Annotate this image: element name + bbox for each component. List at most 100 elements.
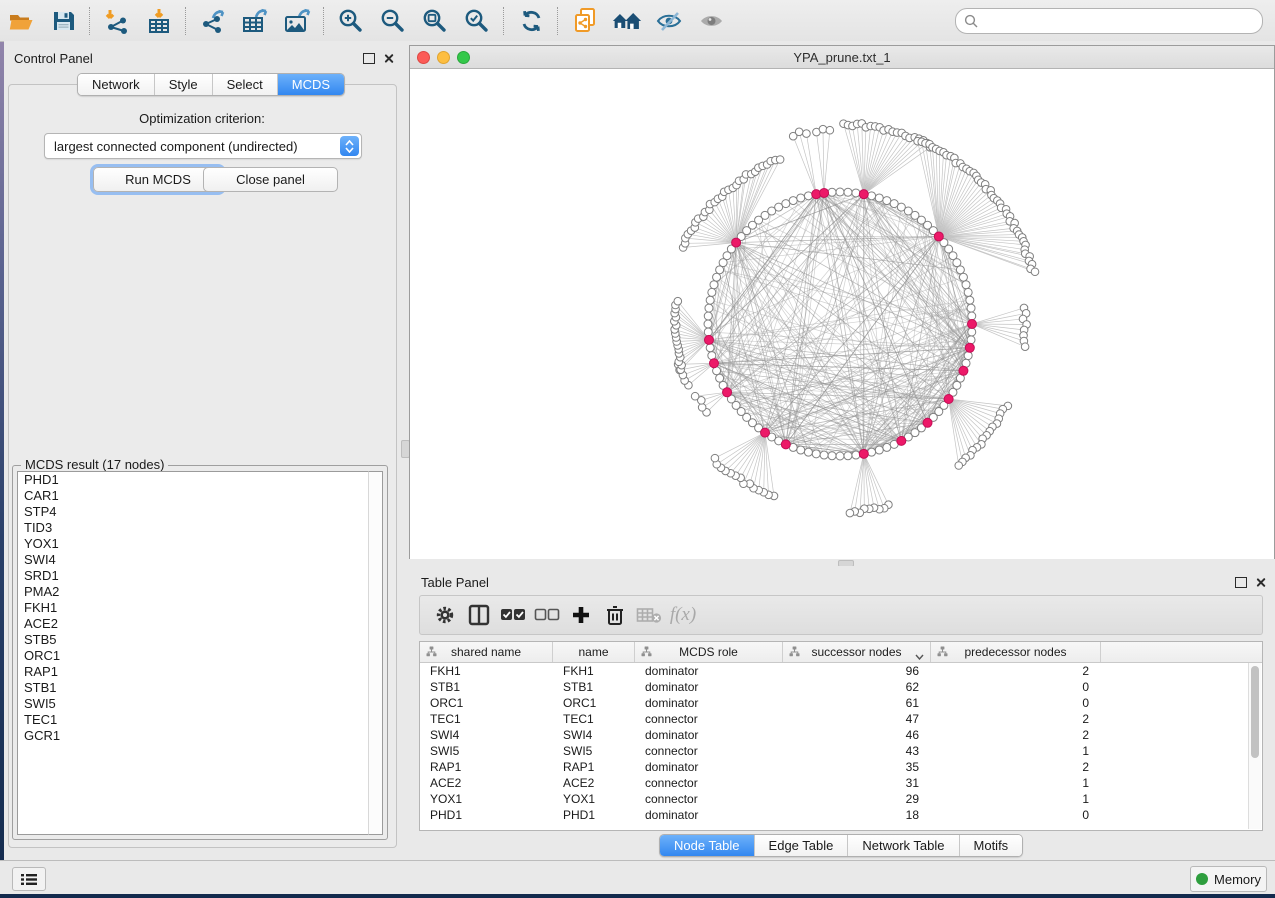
hide-columns-icon[interactable] <box>530 600 564 630</box>
column-header-MCDS-role[interactable]: MCDS role <box>635 642 783 662</box>
graph-node[interactable] <box>698 404 706 412</box>
graph-node[interactable] <box>846 509 854 517</box>
graph-node[interactable] <box>967 304 975 312</box>
graph-node-mcds[interactable] <box>709 359 718 368</box>
graph-node-mcds[interactable] <box>732 238 741 247</box>
graph-node[interactable] <box>828 188 836 196</box>
close-panel-icon[interactable] <box>1255 577 1266 588</box>
graph-node[interactable] <box>804 192 812 200</box>
mcds-result-item[interactable]: SWI4 <box>18 552 370 568</box>
graph-node[interactable] <box>674 297 682 305</box>
mcds-result-item[interactable]: ORC1 <box>18 648 370 664</box>
graph-node-mcds[interactable] <box>859 190 868 199</box>
show-columns-icon[interactable] <box>496 600 530 630</box>
optimization-criterion-select[interactable]: largest connected component (undirected) <box>44 133 362 159</box>
graph-node[interactable] <box>868 192 876 200</box>
tab-mcds[interactable]: MCDS <box>278 74 344 95</box>
graph-node[interactable] <box>704 328 712 336</box>
table-settings-icon[interactable] <box>428 600 462 630</box>
graph-node[interactable] <box>716 374 724 382</box>
home-icon[interactable] <box>612 6 642 36</box>
column-header-successor-nodes[interactable]: successor nodes <box>783 642 931 662</box>
graph-node-mcds[interactable] <box>704 335 713 344</box>
graph-node[interactable] <box>883 443 891 451</box>
graph-node-mcds[interactable] <box>959 366 968 375</box>
close-panel-button[interactable]: Close panel <box>203 167 338 192</box>
export-network-icon[interactable] <box>198 6 228 36</box>
clone-network-icon[interactable] <box>570 6 600 36</box>
mcds-result-item[interactable]: STP4 <box>18 504 370 520</box>
graph-node[interactable] <box>804 448 812 456</box>
mcds-result-item[interactable]: TID3 <box>18 520 370 536</box>
column-header-predecessor-nodes[interactable]: predecessor nodes <box>931 642 1101 662</box>
graph-node[interactable] <box>691 392 699 400</box>
network-canvas[interactable] <box>410 69 1274 559</box>
split-panel-icon[interactable] <box>462 600 496 630</box>
tab-select[interactable]: Select <box>213 74 278 95</box>
graph-node[interactable] <box>875 194 883 202</box>
mcds-result-item[interactable]: ACE2 <box>18 616 370 632</box>
graph-node[interactable] <box>875 446 883 454</box>
scrollbar-thumb[interactable] <box>1251 666 1259 758</box>
delete-table-icon[interactable] <box>632 600 666 630</box>
graph-node[interactable] <box>836 188 844 196</box>
graph-node[interactable] <box>962 281 970 289</box>
graph-node-mcds[interactable] <box>859 449 868 458</box>
table-row[interactable]: SWI5SWI5connector431 <box>420 743 1262 759</box>
graph-node[interactable] <box>868 448 876 456</box>
table-row[interactable]: RAP1RAP1dominator352 <box>420 759 1262 775</box>
graph-node[interactable] <box>710 281 718 289</box>
add-column-icon[interactable] <box>564 600 598 630</box>
graph-node-mcds[interactable] <box>923 418 932 427</box>
graph-node[interactable] <box>844 452 852 460</box>
table-row[interactable]: ACE2ACE2connector311 <box>420 775 1262 791</box>
import-network-icon[interactable] <box>102 6 132 36</box>
refresh-icon[interactable] <box>516 6 546 36</box>
graph-node[interactable] <box>826 126 834 134</box>
tab-network[interactable]: Network <box>78 74 155 95</box>
graph-node-mcds[interactable] <box>723 388 732 397</box>
tab-style[interactable]: Style <box>155 74 213 95</box>
graph-node[interactable] <box>812 450 820 458</box>
mcds-list-scrollbar[interactable] <box>368 471 383 835</box>
float-panel-icon[interactable] <box>1235 577 1247 588</box>
mcds-result-item[interactable]: YOX1 <box>18 536 370 552</box>
graph-node-mcds[interactable] <box>968 320 977 329</box>
float-panel-icon[interactable] <box>363 53 375 64</box>
show-graphics-details-icon[interactable] <box>696 6 726 36</box>
graph-node[interactable] <box>955 462 963 470</box>
close-panel-icon[interactable] <box>383 53 394 64</box>
mcds-result-item[interactable]: STB1 <box>18 680 370 696</box>
graph-node[interactable] <box>803 130 811 138</box>
graph-node[interactable] <box>704 312 712 320</box>
graph-node[interactable] <box>883 197 891 205</box>
graph-node[interactable] <box>964 352 972 360</box>
graph-node-mcds[interactable] <box>781 440 790 449</box>
search-input[interactable] <box>984 13 1254 30</box>
delete-column-icon[interactable] <box>598 600 632 630</box>
graph-node[interactable] <box>782 200 790 208</box>
tab-motifs[interactable]: Motifs <box>960 835 1023 856</box>
save-session-icon[interactable] <box>48 6 78 36</box>
table-row[interactable]: FKH1FKH1dominator962 <box>420 663 1262 679</box>
table-scrollbar[interactable] <box>1248 663 1261 829</box>
table-row[interactable]: PHD1PHD1dominator180 <box>420 807 1262 823</box>
memory-button[interactable]: Memory <box>1190 866 1267 892</box>
graph-node[interactable] <box>820 451 828 459</box>
table-row[interactable]: SWI4SWI4dominator462 <box>420 727 1262 743</box>
mcds-result-item[interactable]: GCR1 <box>18 728 370 744</box>
mcds-result-item[interactable]: PMA2 <box>18 584 370 600</box>
open-session-icon[interactable] <box>6 6 36 36</box>
mcds-result-item[interactable]: FKH1 <box>18 600 370 616</box>
import-table-icon[interactable] <box>144 6 174 36</box>
mcds-result-list[interactable]: PHD1CAR1STP4TID3YOX1SWI4SRD1PMA2FKH1ACE2… <box>17 471 371 835</box>
table-row[interactable]: YOX1YOX1connector291 <box>420 791 1262 807</box>
table-row[interactable]: ORC1ORC1dominator610 <box>420 695 1262 711</box>
column-header-name[interactable]: name <box>553 642 635 662</box>
search-field[interactable] <box>955 8 1263 34</box>
mcds-result-item[interactable]: SWI5 <box>18 696 370 712</box>
graph-node[interactable] <box>852 451 860 459</box>
graph-node[interactable] <box>797 194 805 202</box>
export-table-icon[interactable] <box>240 6 270 36</box>
graph-node[interactable] <box>968 328 976 336</box>
